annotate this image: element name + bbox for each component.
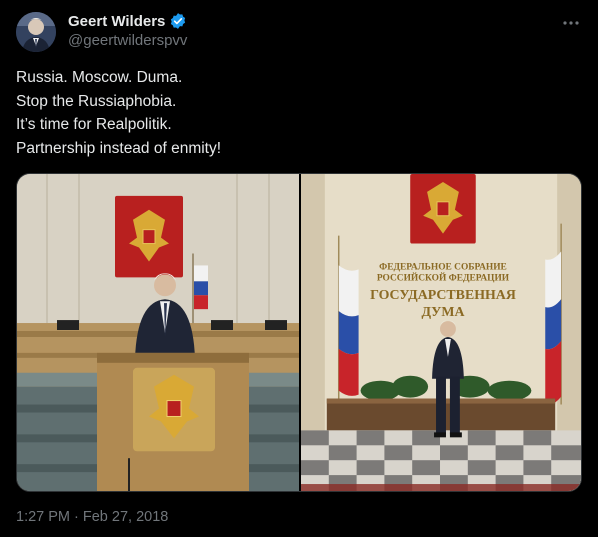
sign-line-4: ДУМА — [421, 305, 464, 320]
tweet-text: Russia. Moscow. Duma. Stop the Russiapho… — [16, 66, 221, 160]
sign-line-1: ФЕДЕРАЛЬНОЕ СОБРАНИЕ — [379, 262, 507, 272]
sign-line-3: ГОСУДАРСТВЕННАЯ — [370, 288, 516, 303]
author-handle[interactable]: @geertwilderspvv — [68, 32, 187, 49]
display-name[interactable]: Geert Wilders — [68, 13, 165, 30]
photo-duma-hall[interactable]: ФЕДЕРАЛЬНОЕ СОБРАНИЕ РОССИЙСКОЙ ФЕДЕРАЦИ… — [301, 174, 581, 491]
more-horizontal-icon[interactable] — [560, 12, 582, 34]
tweet-line: Stop the Russiaphobia. — [16, 92, 177, 110]
tweet-line: Partnership instead of enmity! — [16, 139, 222, 157]
media-grid: ФЕДЕРАЛЬНОЕ СОБРАНИЕ РОССИЙСКОЙ ФЕДЕРАЦИ… — [16, 173, 582, 492]
avatar[interactable] — [16, 12, 56, 52]
tweet-line: It’s time for Realpolitik. — [16, 116, 172, 133]
tweet: Geert Wilders @geertwilderspvv Russia. M… — [0, 0, 598, 537]
sign-line-2: РОССИЙСКОЙ ФЕДЕРАЦИИ — [377, 271, 510, 283]
author-name-row[interactable]: Geert Wilders — [68, 12, 187, 30]
tweet-line: Russia. Moscow. Duma. — [16, 69, 183, 86]
tweet-timestamp[interactable]: 1:27 PM · Feb 27, 2018 — [16, 509, 168, 525]
verified-badge-icon — [169, 12, 187, 30]
photo-duma-podium[interactable] — [17, 174, 299, 491]
